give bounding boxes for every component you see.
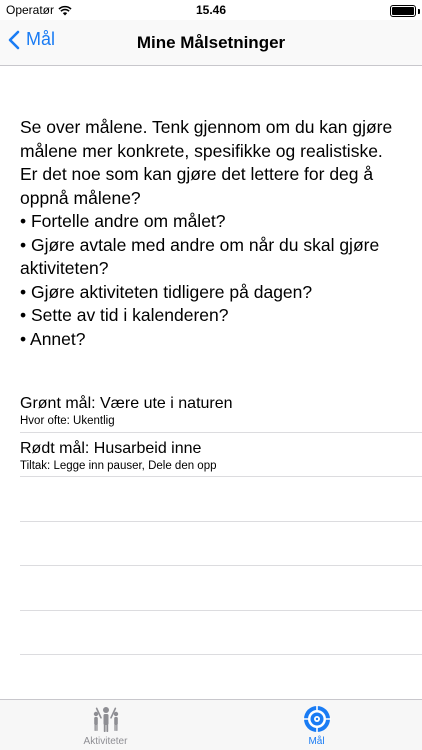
- activities-icon: [93, 707, 119, 732]
- tab-goals[interactable]: Mål: [211, 700, 422, 750]
- target-icon: [303, 705, 331, 733]
- intro-text: Se over målene. Tenk gjennom om du kan g…: [20, 116, 410, 351]
- goal-row-red[interactable]: Rødt mål: Husarbeid inne Tiltak: Legge i…: [20, 433, 422, 477]
- content-area: Se over målene. Tenk gjennom om du kan g…: [0, 66, 422, 699]
- goal-title: Grønt mål: Være ute i naturen: [20, 395, 233, 412]
- intro-line: • Sette av tid i kalenderen?: [20, 305, 229, 325]
- battery-icon: [390, 5, 416, 17]
- intro-line: • Fortelle andre om målet?: [20, 211, 226, 231]
- tab-activities[interactable]: Aktiviteter: [0, 700, 211, 750]
- goal-title: Rødt mål: Husarbeid inne: [20, 439, 202, 457]
- goal-subtitle: Tiltak: Legge inn pauser, Dele den opp: [20, 459, 217, 472]
- tab-label: Mål: [308, 736, 325, 747]
- goal-list: Grønt mål: Være ute i naturen Hvor ofte:…: [0, 388, 422, 655]
- intro-line: • Gjøre avtale med andre om når du skal …: [20, 234, 380, 279]
- empty-row: [20, 566, 422, 611]
- status-bar: Operatør 15.46: [0, 0, 422, 22]
- goal-row-green[interactable]: Grønt mål: Være ute i naturen Hvor ofte:…: [20, 388, 422, 433]
- goal-subtitle: Hvor ofte: Ukentlig: [20, 415, 115, 427]
- empty-row: [20, 611, 422, 655]
- intro-line: • Annet?: [20, 328, 86, 349]
- tab-label: Aktiviteter: [83, 736, 128, 747]
- tab-bar: Aktiviteter Mål: [0, 699, 422, 750]
- intro-line: Se over målene. Tenk gjennom om du kan g…: [20, 117, 393, 161]
- navigation-bar: Mål Mine Målsetninger: [0, 20, 422, 66]
- intro-line: • Gjøre aktiviteten tidligere på dagen?: [20, 281, 313, 302]
- intro-line: Er det noe som kan gjøre det lettere for…: [20, 164, 374, 208]
- battery-cap: [418, 9, 420, 14]
- empty-row: [20, 522, 422, 566]
- empty-row: [20, 477, 422, 522]
- page-title: Mine Målsetninger: [136, 33, 286, 52]
- status-time: 15.46: [195, 3, 227, 17]
